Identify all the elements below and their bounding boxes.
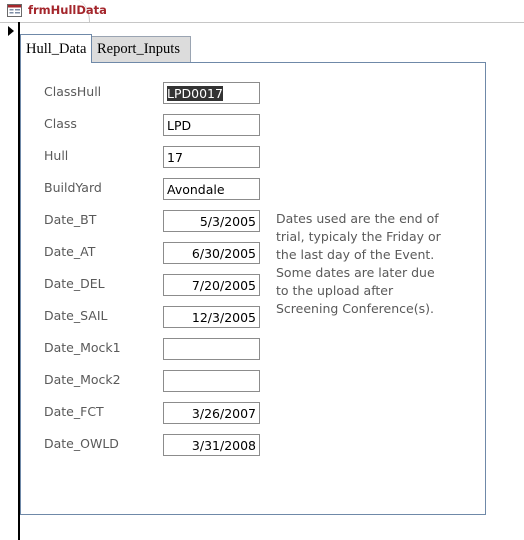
label-date-mock1: Date_Mock1 (44, 340, 121, 355)
date-del-field[interactable]: 7/20/2005 (163, 274, 260, 296)
buildyard-field[interactable]: Avondale (163, 178, 260, 200)
label-date-owld: Date_OWLD (44, 436, 119, 451)
label-date-mock2: Date_Mock2 (44, 372, 121, 387)
date-bt-field[interactable]: 5/3/2005 (163, 210, 260, 232)
label-date-bt: Date_BT (44, 212, 97, 227)
date-owld-field[interactable]: 3/31/2008 (163, 434, 260, 456)
label-class: Class (44, 116, 77, 131)
tab-report-inputs[interactable]: Report_Inputs (91, 36, 191, 62)
form-icon (7, 4, 22, 17)
document-tab-bar: frmHullData (0, 0, 524, 23)
current-record-arrow-icon (8, 26, 14, 36)
document-tab-frmhulldata[interactable]: frmHullData (0, 0, 107, 22)
date-mock2-field[interactable] (163, 370, 260, 392)
classhull-field[interactable]: LPD0017 (163, 82, 260, 104)
date-mock1-field[interactable] (163, 338, 260, 360)
date-fct-field[interactable]: 3/26/2007 (163, 402, 260, 424)
label-date-fct: Date_FCT (44, 404, 104, 419)
date-sail-field[interactable]: 12/3/2005 (163, 306, 260, 328)
label-classhull: ClassHull (44, 84, 102, 99)
document-tab-title: frmHullData (28, 3, 107, 17)
label-buildyard: BuildYard (44, 180, 102, 195)
label-date-del: Date_DEL (44, 276, 105, 291)
date-at-field[interactable]: 6/30/2005 (163, 242, 260, 264)
tab-hull-data[interactable]: Hull_Data (20, 34, 92, 63)
label-date-sail: Date_SAIL (44, 308, 108, 323)
hull-field[interactable]: 17 (163, 146, 260, 168)
label-hull: Hull (44, 148, 69, 163)
class-field[interactable]: LPD (163, 114, 260, 136)
label-date-at: Date_AT (44, 244, 96, 259)
classhull-value: LPD0017 (167, 86, 223, 101)
dates-note: Dates used are the end of trial, typical… (276, 211, 441, 316)
